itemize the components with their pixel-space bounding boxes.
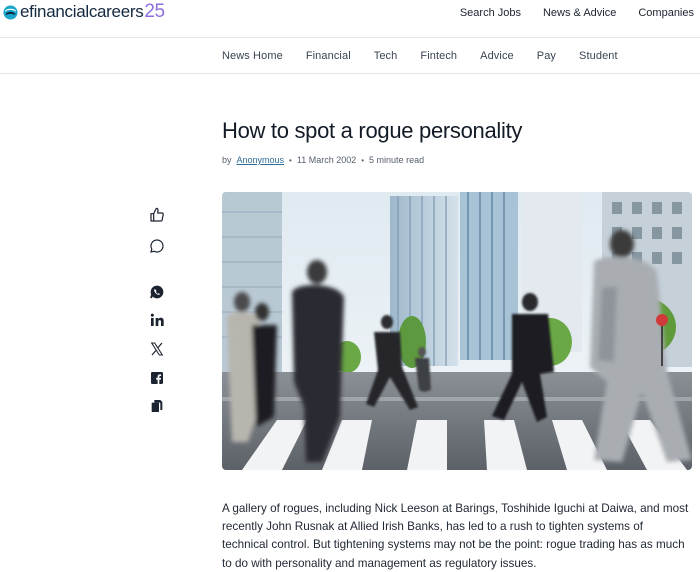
thumbs-up-icon[interactable]: [148, 206, 166, 224]
top-nav: Search Jobs News & Advice Companies: [460, 7, 694, 19]
byline-prefix: by: [222, 155, 232, 165]
comment-icon[interactable]: [148, 237, 166, 255]
commuters-crossing-street-photo: [222, 192, 692, 470]
top-nav-news-advice[interactable]: News & Advice: [543, 7, 616, 19]
top-nav-companies[interactable]: Companies: [638, 7, 694, 19]
top-nav-search-jobs[interactable]: Search Jobs: [460, 7, 521, 19]
section-nav: News Home Financial Tech Fintech Advice …: [0, 38, 700, 74]
logo-number: 25: [144, 1, 165, 22]
byline-separator: •: [361, 155, 365, 165]
byline-read-time: 5 minute read: [369, 155, 425, 165]
whatsapp-icon[interactable]: [148, 283, 166, 301]
article-title: How to spot a rogue personality: [222, 118, 523, 143]
section-nav-news-home[interactable]: News Home: [222, 50, 283, 62]
facebook-icon[interactable]: [148, 369, 166, 387]
section-nav-financial[interactable]: Financial: [306, 50, 351, 62]
byline-date: 11 March 2002: [296, 155, 357, 165]
logo-mark-icon: [3, 4, 18, 20]
article-lead-paragraph: A gallery of rogues, including Nick Lees…: [222, 502, 689, 570]
section-nav-tech[interactable]: Tech: [374, 50, 398, 62]
x-icon[interactable]: [148, 340, 166, 358]
byline-author[interactable]: Anonymous: [237, 155, 285, 165]
hero-image: [222, 192, 692, 470]
copy-icon[interactable]: [148, 397, 166, 415]
logo-text: efinancialcareers: [20, 2, 144, 21]
section-nav-fintech[interactable]: Fintech: [420, 50, 457, 62]
article-byline: by Anonymous • 11 March 2002 • 5 minute …: [222, 155, 424, 165]
byline-separator: •: [289, 155, 292, 165]
site-logo[interactable]: efinancialcareers 25: [3, 1, 165, 23]
linkedin-icon[interactable]: [148, 311, 166, 329]
section-nav-pay[interactable]: Pay: [537, 50, 556, 62]
site-header: efinancialcareers 25 Search Jobs News & …: [0, 0, 700, 38]
section-nav-student[interactable]: Student: [579, 50, 618, 62]
section-nav-advice[interactable]: Advice: [480, 50, 514, 62]
